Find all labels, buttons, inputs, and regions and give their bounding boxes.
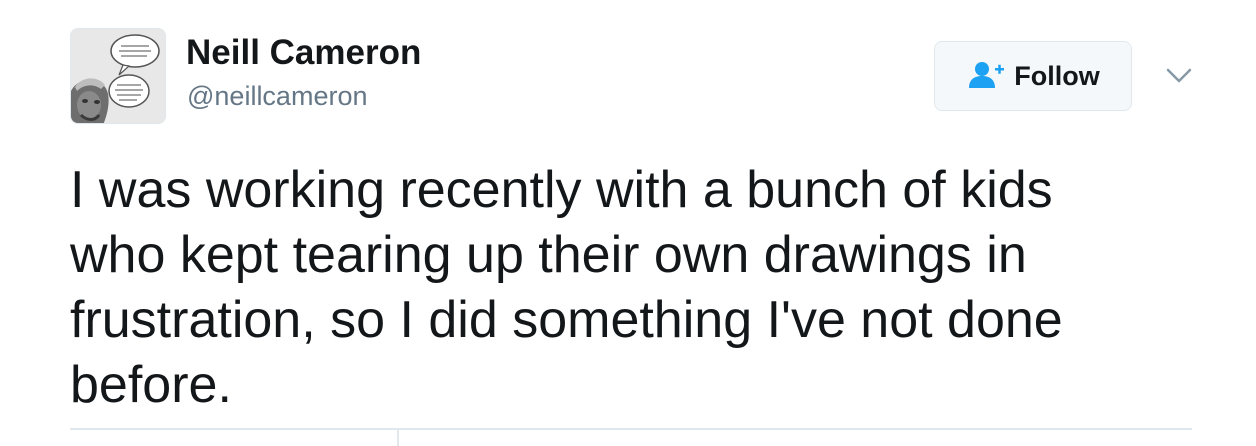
follow-button[interactable]: Follow bbox=[934, 41, 1132, 111]
tweet-text-line: before. bbox=[70, 356, 232, 414]
tweet-text: I was working recently with a bunch of k… bbox=[70, 158, 1190, 418]
tweet-text-line: who kept tearing up their own drawings i… bbox=[70, 226, 1027, 284]
tweet-text-line: frustration, so I did something I've not… bbox=[70, 291, 1063, 349]
author-display-name[interactable]: Neill Cameron bbox=[186, 33, 421, 73]
tweet-text-line: I was working recently with a bunch of k… bbox=[70, 161, 1053, 219]
footer-divider bbox=[70, 428, 1192, 430]
avatar-image bbox=[71, 29, 165, 123]
footer-divider-vertical bbox=[397, 428, 399, 446]
author-handle[interactable]: @neillcameron bbox=[187, 80, 367, 112]
tweet-card: Neill Cameron @neillcameron Follow I was… bbox=[0, 0, 1256, 446]
avatar[interactable] bbox=[70, 28, 166, 124]
follow-user-icon bbox=[966, 61, 1006, 91]
follow-button-label: Follow bbox=[1014, 60, 1100, 91]
chevron-down-icon[interactable] bbox=[1162, 58, 1196, 92]
